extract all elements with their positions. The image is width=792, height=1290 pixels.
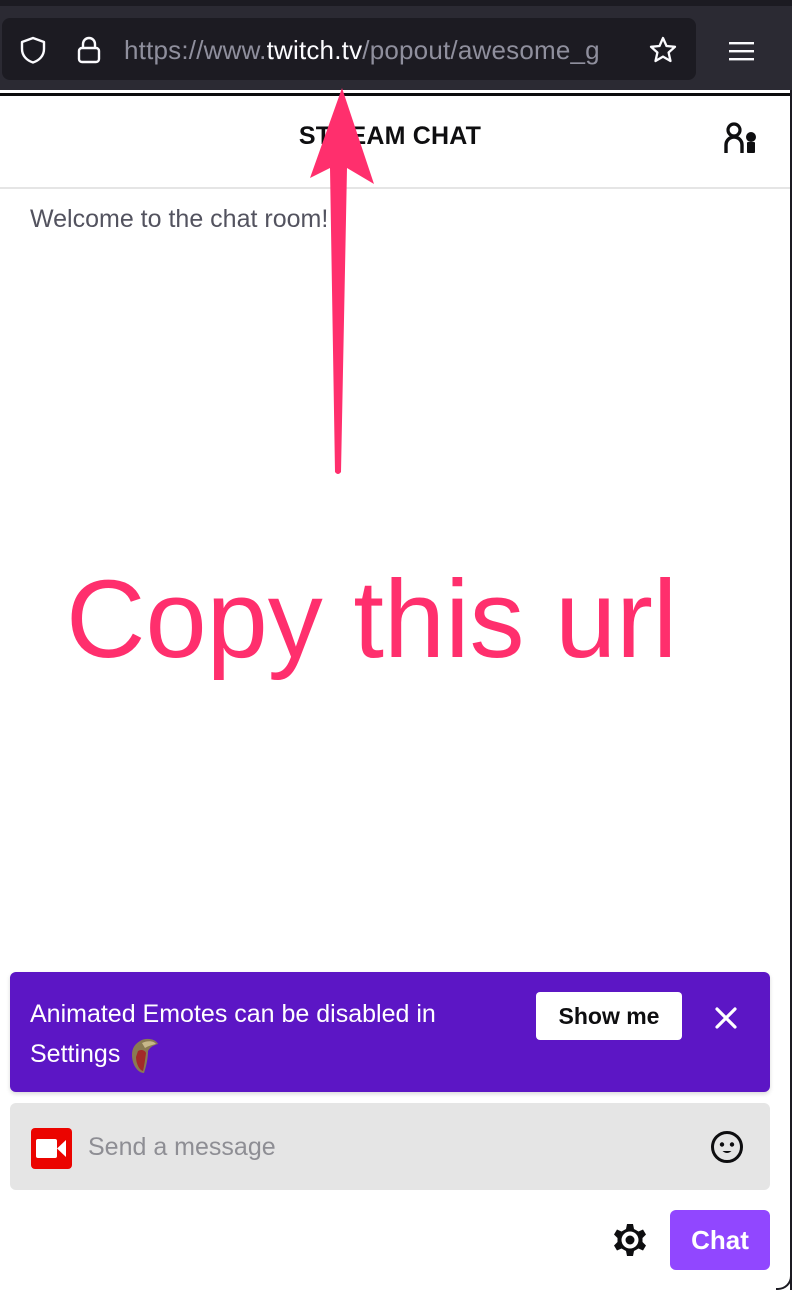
- browser-toolbar: https://www.twitch.tv/popout/awesome_g: [0, 0, 792, 96]
- show-me-button[interactable]: Show me: [536, 992, 682, 1040]
- notice-text: Animated Emotes can be disabled in Setti…: [30, 994, 510, 1075]
- url-text[interactable]: https://www.twitch.tv/popout/awesome_g: [124, 32, 636, 68]
- chat-header: STREAM CHAT: [0, 90, 790, 189]
- emote-picker-icon[interactable]: [710, 1130, 744, 1164]
- emote-icon: [132, 1039, 159, 1074]
- chat-message-input[interactable]: [88, 1123, 688, 1171]
- chat-settings-gear-icon[interactable]: [612, 1222, 648, 1258]
- shield-icon[interactable]: [18, 35, 48, 65]
- chat-input-container: [10, 1103, 770, 1190]
- lock-icon[interactable]: [74, 35, 104, 65]
- annotation-text: Copy this url: [66, 558, 678, 681]
- hamburger-menu-icon[interactable]: [728, 40, 756, 64]
- welcome-message: Welcome to the chat room!: [30, 205, 329, 233]
- animated-emotes-notice: Animated Emotes can be disabled in Setti…: [10, 972, 770, 1092]
- chat-send-button[interactable]: Chat: [670, 1210, 770, 1270]
- star-icon[interactable]: [648, 35, 678, 65]
- close-icon[interactable]: [710, 1002, 742, 1034]
- url-bar[interactable]: https://www.twitch.tv/popout/awesome_g: [2, 18, 696, 80]
- video-camera-icon[interactable]: [31, 1128, 72, 1169]
- chat-title: STREAM CHAT: [298, 122, 482, 150]
- community-users-icon[interactable]: [720, 120, 760, 160]
- url-host: twitch.tv: [266, 35, 363, 65]
